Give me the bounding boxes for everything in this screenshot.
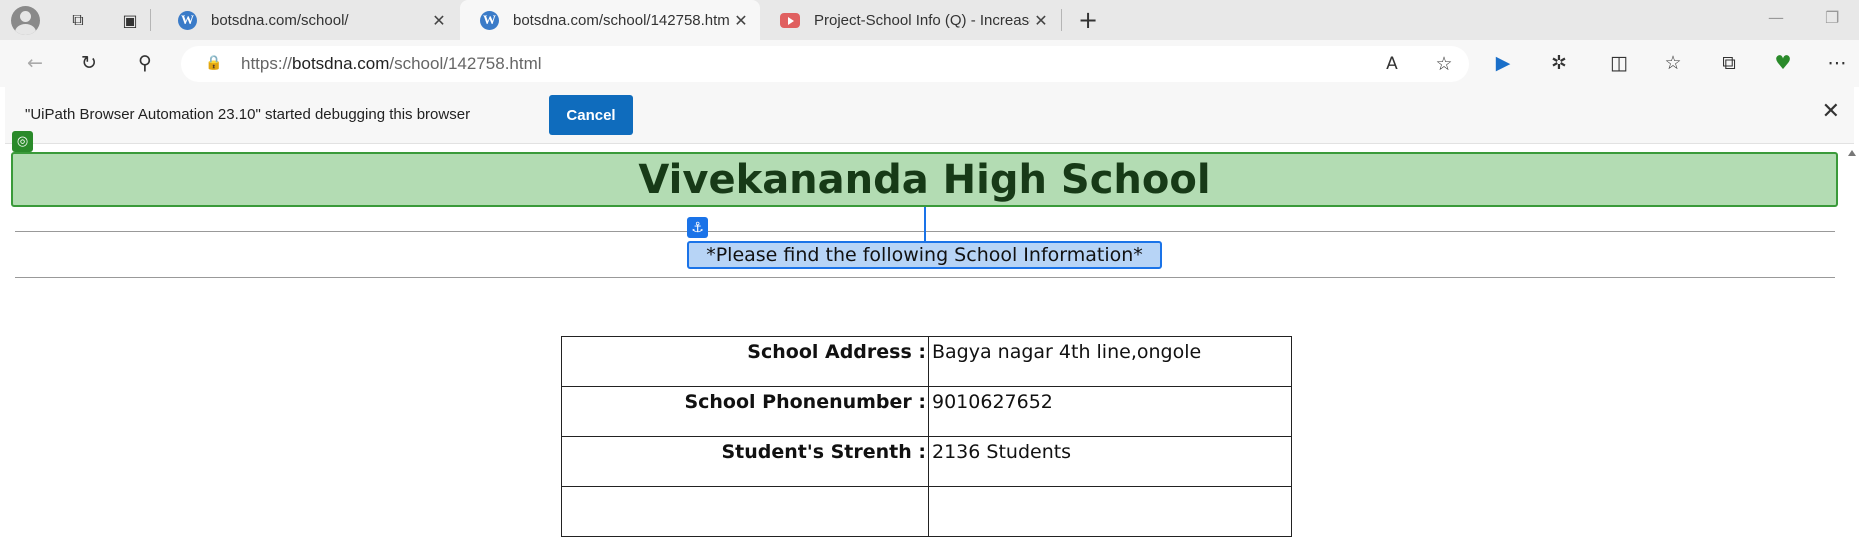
divider [15, 277, 1835, 278]
youtube-icon [780, 12, 800, 28]
search-icon[interactable]: ⚲ [130, 48, 160, 78]
split-screen-icon[interactable]: ◫ [1604, 48, 1634, 78]
url-protocol: https:// [241, 54, 293, 73]
more-menu-icon[interactable]: ⋯ [1822, 48, 1852, 78]
close-icon[interactable]: ✕ [428, 11, 450, 30]
performance-icon[interactable]: ♥ [1768, 48, 1798, 78]
row-value: Bagya nagar 4th line,ongole [928, 336, 1292, 387]
school-info-table: School Address : Bagya nagar 4th line,on… [561, 336, 1292, 537]
workspaces-icon[interactable]: ⧉ [64, 6, 92, 34]
anchor-icon: ⚓ [687, 217, 708, 238]
tab-label: Project-School Info (Q) - Increase [814, 11, 1030, 29]
close-icon[interactable]: ✕ [1822, 99, 1840, 124]
cancel-button[interactable]: Cancel [549, 95, 633, 135]
close-icon[interactable]: ✕ [730, 11, 752, 30]
browser-toolbar: ← ↻ ⚲ 🔒 https://botsdna.com/school/14275… [0, 40, 1859, 87]
minimize-icon[interactable]: — [1768, 8, 1784, 27]
table-row: School Address : Bagya nagar 4th line,on… [561, 336, 1292, 387]
row-label: School Address : [561, 336, 929, 387]
tab-school-index[interactable]: W botsdna.com/school/ ✕ [158, 0, 458, 40]
profile-avatar[interactable] [11, 6, 40, 35]
anchor-connector [924, 207, 926, 244]
page-content: Vivekananda High School ◎ ⚓ *Please find… [0, 131, 1859, 537]
collections-icon[interactable]: ⧉ [1714, 48, 1744, 78]
page-subtitle: *Please find the following School Inform… [706, 244, 1143, 266]
row-value: 2136 Students [928, 436, 1292, 487]
subtitle-box[interactable]: *Please find the following School Inform… [687, 241, 1162, 269]
extensions-icon[interactable]: ✲ [1544, 48, 1574, 78]
uipath-extension-icon[interactable]: ▶ [1488, 48, 1518, 78]
row-label: School Phonenumber : [561, 386, 929, 437]
tab-separator [150, 9, 151, 31]
favorite-star-icon[interactable]: ☆ [1429, 49, 1459, 79]
refresh-icon[interactable]: ↻ [74, 48, 104, 78]
url-path: /school/142758.html [389, 54, 542, 73]
favorites-icon[interactable]: ☆ [1658, 48, 1688, 78]
target-icon: ◎ [12, 131, 33, 152]
url-text[interactable]: https://botsdna.com/school/142758.html [241, 54, 542, 74]
tab-project-school-info[interactable]: Project-School Info (Q) - Increase ✕ [760, 0, 1060, 40]
lock-icon[interactable]: 🔒 [205, 55, 223, 73]
restore-icon[interactable]: ❐ [1825, 8, 1839, 27]
table-row: School Phonenumber : 9010627652 [561, 386, 1292, 437]
page-scrollbar[interactable] [1845, 144, 1859, 494]
row-label [561, 486, 929, 537]
table-row [561, 486, 1292, 537]
tab-separator [1061, 9, 1062, 31]
address-bar[interactable]: 🔒 https://botsdna.com/school/142758.html… [181, 46, 1469, 82]
url-host: botsdna.com [292, 54, 390, 73]
page-title: Vivekananda High School [638, 156, 1211, 203]
row-value [928, 486, 1292, 537]
table-row: Student's Strenth : 2136 Students [561, 436, 1292, 487]
row-label: Student's Strenth : [561, 436, 929, 487]
tab-school-142758[interactable]: W botsdna.com/school/142758.htm ✕ [460, 0, 760, 40]
new-tab-icon[interactable]: + [1074, 6, 1102, 34]
read-aloud-icon[interactable]: A [1377, 49, 1407, 79]
page-title-box[interactable]: Vivekananda High School [11, 152, 1838, 207]
close-icon[interactable]: ✕ [1030, 11, 1052, 30]
tab-strip: ⧉ ▣ W botsdna.com/school/ ✕ W botsdna.co… [0, 0, 1859, 40]
debugging-infobar: "UiPath Browser Automation 23.10" starte… [5, 87, 1854, 144]
wordpress-icon: W [480, 10, 499, 30]
back-icon[interactable]: ← [20, 48, 50, 78]
wordpress-icon: W [178, 10, 197, 30]
scroll-up-arrow-icon[interactable] [1848, 150, 1856, 156]
debugging-message: "UiPath Browser Automation 23.10" starte… [25, 106, 471, 123]
tab-actions-icon[interactable]: ▣ [116, 6, 144, 34]
tab-label: botsdna.com/school/ [211, 11, 349, 29]
row-value: 9010627652 [928, 386, 1292, 437]
tab-label: botsdna.com/school/142758.htm [513, 11, 730, 29]
